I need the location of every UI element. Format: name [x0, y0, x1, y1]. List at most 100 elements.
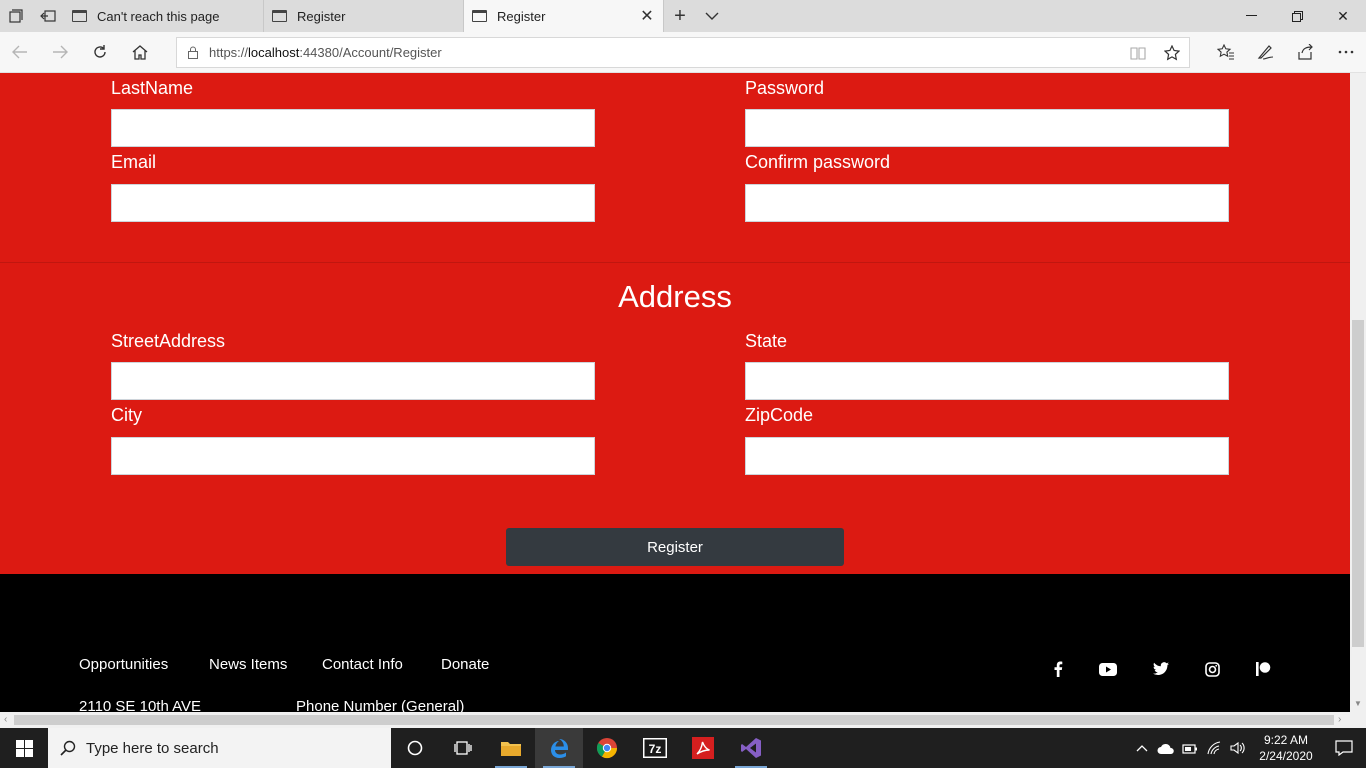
- url-text[interactable]: https://localhost:44380/Account/Register: [209, 45, 1121, 60]
- windows-taskbar: Type here to search 7z 9:22 AM 2/24/2020: [0, 728, 1366, 768]
- onedrive-cloud-icon[interactable]: [1154, 728, 1178, 768]
- page-icon: [72, 10, 87, 22]
- reading-view-icon[interactable]: [1121, 46, 1155, 60]
- confirm-password-label: Confirm password: [745, 152, 891, 172]
- chrome-icon[interactable]: [583, 728, 631, 768]
- zip-code-input[interactable]: [745, 437, 1229, 475]
- back-arrow-icon[interactable]: [0, 32, 40, 72]
- tab-title: Register: [297, 8, 346, 24]
- section-divider: [0, 262, 1350, 263]
- browser-toolbar-right: [1206, 32, 1366, 72]
- scroll-left-arrow-icon[interactable]: ‹: [4, 714, 7, 725]
- scroll-right-arrow-icon[interactable]: ›: [1338, 714, 1341, 725]
- facebook-icon[interactable]: [1048, 659, 1068, 679]
- url-host: localhost: [248, 45, 300, 60]
- lock-icon[interactable]: [177, 46, 209, 59]
- horizontal-scroll-thumb[interactable]: [14, 715, 1334, 725]
- restore-icon[interactable]: [1274, 0, 1320, 32]
- set-tabs-aside-icon[interactable]: [32, 0, 64, 32]
- visual-studio-icon[interactable]: [727, 728, 775, 768]
- address-bar[interactable]: https://localhost:44380/Account/Register: [176, 37, 1190, 68]
- pen-notes-icon[interactable]: [1246, 32, 1286, 72]
- patreon-icon[interactable]: [1253, 659, 1273, 679]
- horizontal-scrollbar[interactable]: ‹ ›: [0, 712, 1366, 728]
- tab-title: Register: [497, 8, 546, 24]
- url-scheme: https://: [209, 45, 249, 60]
- city-input[interactable]: [111, 437, 595, 475]
- register-button[interactable]: Register: [506, 528, 844, 566]
- last-name-input[interactable]: [111, 109, 595, 147]
- tab-2[interactable]: Register: [264, 0, 464, 32]
- more-options-icon[interactable]: [1326, 32, 1366, 72]
- windows-start-icon[interactable]: [0, 728, 48, 768]
- scroll-down-arrow-icon[interactable]: ▼: [1354, 699, 1362, 708]
- cortana-icon[interactable]: [391, 728, 439, 768]
- acrobat-reader-icon[interactable]: [679, 728, 727, 768]
- refresh-icon[interactable]: [80, 32, 120, 72]
- battery-icon[interactable]: [1178, 728, 1202, 768]
- favorite-star-icon[interactable]: [1155, 44, 1189, 61]
- url-path: :44380/Account/Register: [299, 45, 442, 60]
- confirm-password-input[interactable]: [745, 184, 1229, 222]
- browser-tab-strip: Can't reach this page Register Register …: [0, 0, 1366, 32]
- email-input[interactable]: [111, 184, 595, 222]
- task-view-icon[interactable]: [439, 728, 487, 768]
- vertical-scroll-thumb[interactable]: [1352, 320, 1364, 647]
- tab-manager-icon[interactable]: [0, 0, 32, 32]
- close-tab-icon[interactable]: ✕: [639, 6, 655, 26]
- street-address-label: StreetAddress: [111, 331, 226, 351]
- page-icon: [272, 10, 287, 22]
- browser-navbar: https://localhost:44380/Account/Register: [0, 32, 1366, 73]
- page-icon: [472, 10, 487, 22]
- svg-text:7z: 7z: [649, 742, 662, 756]
- instagram-icon[interactable]: [1202, 659, 1222, 679]
- footer-link-news-items[interactable]: News Items: [209, 656, 287, 673]
- site-footer: Opportunities News Items Contact Info Do…: [0, 574, 1350, 712]
- action-center-icon[interactable]: [1322, 740, 1366, 756]
- share-icon[interactable]: [1286, 32, 1326, 72]
- state-label: State: [745, 331, 788, 351]
- volume-icon[interactable]: [1226, 728, 1250, 768]
- tab-title: Can't reach this page: [97, 8, 220, 24]
- minimize-icon[interactable]: [1228, 0, 1274, 32]
- last-name-label: LastName: [111, 78, 194, 98]
- youtube-icon[interactable]: [1098, 659, 1118, 679]
- tab-3-active[interactable]: Register ✕: [464, 0, 664, 32]
- password-input[interactable]: [745, 109, 1229, 147]
- edge-browser-icon[interactable]: [535, 728, 583, 768]
- city-label: City: [111, 405, 142, 425]
- chevron-down-icon[interactable]: [696, 0, 728, 32]
- page-viewport: LastName Password Email Confirm password…: [0, 73, 1350, 712]
- close-window-icon[interactable]: ✕: [1320, 0, 1366, 32]
- window-controls: ✕: [1228, 0, 1366, 32]
- tab-1[interactable]: Can't reach this page: [64, 0, 264, 32]
- system-tray: 9:22 AM 2/24/2020: [1130, 728, 1366, 768]
- taskbar-clock[interactable]: 9:22 AM 2/24/2020: [1250, 732, 1322, 764]
- footer-link-donate[interactable]: Donate: [441, 656, 489, 673]
- state-input[interactable]: [745, 362, 1229, 400]
- chevron-up-icon[interactable]: [1130, 728, 1154, 768]
- favorites-list-icon[interactable]: [1206, 32, 1246, 72]
- password-label: Password: [745, 78, 825, 98]
- twitter-icon[interactable]: [1151, 659, 1171, 679]
- 7zip-icon[interactable]: 7z: [631, 728, 679, 768]
- email-label: Email: [111, 152, 157, 172]
- zip-code-label: ZipCode: [745, 405, 814, 425]
- clock-time: 9:22 AM: [1263, 733, 1309, 747]
- clock-date: 2/24/2020: [1259, 749, 1313, 763]
- home-icon[interactable]: [120, 32, 160, 72]
- taskbar-search-box[interactable]: Type here to search: [48, 728, 391, 768]
- vertical-scrollbar[interactable]: ▼: [1350, 73, 1366, 712]
- wifi-icon[interactable]: [1202, 728, 1226, 768]
- search-icon: [60, 740, 76, 756]
- footer-link-contact-info[interactable]: Contact Info: [322, 656, 403, 673]
- footer-link-opportunities[interactable]: Opportunities: [79, 656, 168, 673]
- new-tab-icon[interactable]: +: [664, 0, 696, 32]
- street-address-input[interactable]: [111, 362, 595, 400]
- footer-address: 2110 SE 10th AVE: [79, 698, 202, 712]
- file-explorer-icon[interactable]: [487, 728, 535, 768]
- forward-arrow-icon[interactable]: [40, 32, 80, 72]
- address-heading: Address: [618, 279, 732, 314]
- search-placeholder: Type here to search: [86, 739, 219, 757]
- footer-phone-label: Phone Number (General): [296, 698, 465, 712]
